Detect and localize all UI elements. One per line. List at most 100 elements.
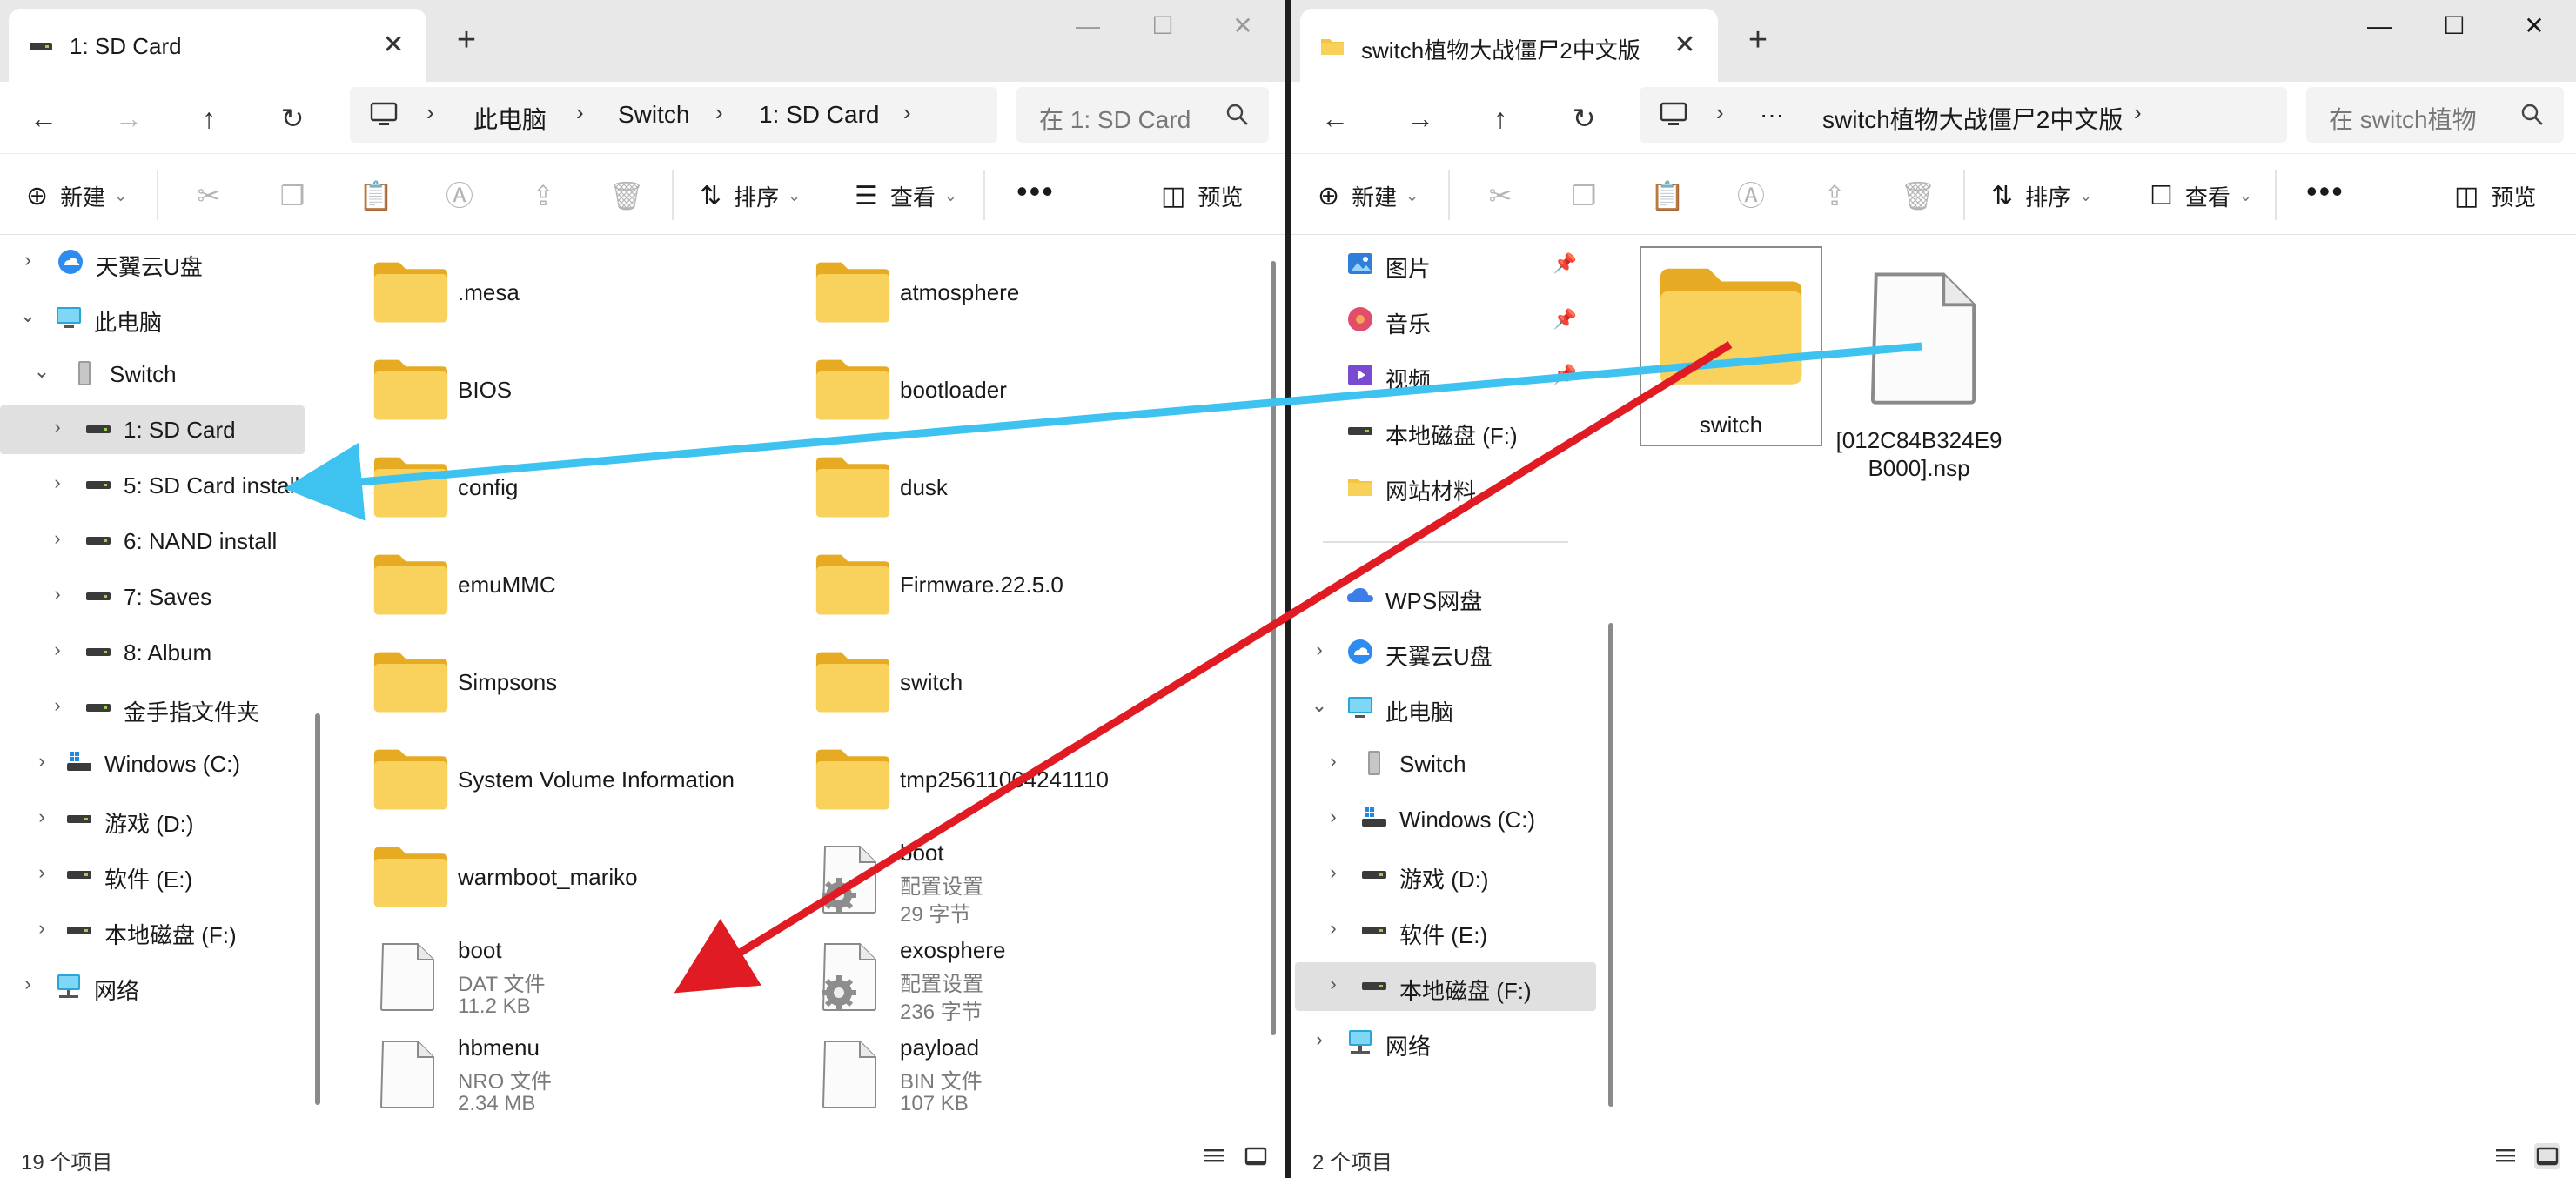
sort-button[interactable]: ⇅ 排序 ⌄ [700,177,801,215]
breadcrumb[interactable]: › ··· switch植物大战僵尸2中文版 › [1640,87,2287,143]
nav-item[interactable]: › 6: NAND install [0,517,305,566]
nav-item[interactable]: › 软件 (E:) [1291,907,1593,955]
nav-scrollbar[interactable] [315,713,320,1105]
nav-item[interactable]: › 网络 [0,962,305,1011]
chevron-right-icon[interactable]: › [1307,1028,1332,1051]
share-icon[interactable]: ⇪ [522,175,564,217]
tab-switch-pvz2[interactable]: switch植物大战僵尸2中文版 ✕ [1300,9,1718,82]
refresh-button[interactable]: ↻ [1561,96,1607,141]
paste-icon[interactable]: 📋 [1647,175,1688,217]
chevron-right-icon[interactable]: › [16,249,40,271]
chevron-down-icon[interactable]: ⌄ [1307,694,1332,717]
folder-item[interactable]: switch [815,645,1224,732]
file-item[interactable]: hbmenu NRO 文件 2.34 MB [372,1034,782,1121]
nav-item[interactable]: › 游戏 (D:) [1291,851,1593,900]
refresh-button[interactable]: ↻ [270,96,315,141]
nav-item[interactable]: › Windows (C:) [1291,795,1593,844]
up-button[interactable]: ↑ [186,96,231,141]
nav-item[interactable]: › Windows (C:) [0,740,305,788]
file-item[interactable]: boot 配置设置 29 字节 [815,840,1224,927]
breadcrumb-item[interactable]: Switch [618,101,689,129]
file-item[interactable]: boot DAT 文件 11.2 KB [372,937,782,1024]
nav-item[interactable]: 网站材料 [1291,463,1593,512]
chevron-right-icon[interactable]: › [45,416,70,438]
new-tab-button[interactable]: + [1737,21,1779,63]
chevron-right-icon[interactable]: › [30,917,54,940]
tiles-view-icon[interactable] [1243,1143,1269,1169]
chevron-right-icon[interactable]: › [30,750,54,773]
content-scrollbar[interactable] [1271,261,1276,1035]
chevron-right-icon[interactable]: › [45,639,70,661]
view-button[interactable]: ☰ 查看 ⌄ [855,177,957,215]
nav-item[interactable]: ⌄ Switch [0,350,305,398]
minimize-button[interactable]: — [2355,9,2404,44]
folder-item[interactable]: atmosphere [815,255,1224,342]
minimize-button[interactable]: — [1063,9,1112,44]
chevron-right-icon[interactable]: › [45,527,70,550]
folder-item[interactable]: dusk [815,450,1224,537]
close-window-button[interactable]: ✕ [1218,9,1267,44]
folder-item[interactable]: Firmware.22.5.0 [815,547,1224,634]
up-button[interactable]: ↑ [1478,96,1523,141]
view-button[interactable]: ☐ 查看 ⌄ [2150,177,2252,215]
folder-item[interactable]: warmboot_mariko [372,840,782,927]
nav-item[interactable]: › 网络 [1291,1018,1593,1067]
chevron-right-icon[interactable]: › [1307,639,1332,661]
delete-icon[interactable]: 🗑 [606,175,647,217]
folder-item[interactable]: switch [1640,246,1822,446]
nav-item[interactable]: › 本地磁盘 (F:) [1295,962,1596,1011]
nav-item[interactable]: › 7: Saves [0,572,305,621]
paste-icon[interactable]: 📋 [355,175,397,217]
forward-button[interactable]: → [1398,96,1443,141]
tab-sd-card[interactable]: 1: SD Card ✕ [9,9,426,82]
folder-item[interactable]: System Volume Information [372,742,782,829]
rename-icon[interactable]: Ⓐ [1730,175,1772,217]
more-options-icon[interactable]: ••• [2306,173,2345,210]
tiles-view-icon[interactable] [2534,1143,2560,1169]
copy-icon[interactable]: ❐ [272,175,313,217]
folder-item[interactable]: bootloader [815,352,1224,439]
new-button[interactable]: ⊕ 新建 ⌄ [1318,177,1419,215]
sort-button[interactable]: ⇅ 排序 ⌄ [1991,177,2092,215]
forward-button[interactable]: → [106,96,151,141]
nav-item[interactable]: › 天翼云U盘 [0,238,305,287]
chevron-down-icon[interactable]: ⌄ [30,360,54,383]
chevron-right-icon[interactable]: › [16,973,40,995]
nav-item[interactable]: › 金手指文件夹 [0,684,305,733]
folder-item[interactable]: Simpsons [372,645,782,732]
cut-icon[interactable]: ✂ [188,175,230,217]
new-tab-button[interactable]: + [446,21,487,63]
chevron-right-icon[interactable]: › [1321,861,1345,884]
back-button[interactable]: ← [1312,96,1358,141]
chevron-right-icon[interactable]: › [30,806,54,828]
details-view-icon[interactable] [2492,1143,2519,1169]
breadcrumb[interactable]: › 此电脑 › Switch › 1: SD Card › [350,87,997,143]
nav-item[interactable]: ⌄ 此电脑 [0,294,305,343]
nav-item[interactable]: › Switch [1291,740,1593,788]
nav-item[interactable]: 音乐 📌 [1291,296,1593,345]
nav-item[interactable]: ⌄ 此电脑 [1291,684,1593,733]
preview-button[interactable]: ◫ 预览 [2454,177,2536,215]
maximize-button[interactable]: ☐ [2430,9,2479,44]
nav-item[interactable]: 图片 📌 [1291,240,1593,289]
file-item[interactable]: [012C84B324E9 B000].nsp [1828,246,2010,481]
preview-button[interactable]: ◫ 预览 [1161,177,1243,215]
nav-item[interactable]: › 8: Album [0,628,305,677]
close-window-button[interactable]: ✕ [2510,9,2559,44]
nav-item[interactable]: › 软件 (E:) [0,851,305,900]
breadcrumb-overflow[interactable]: ··· [1760,101,1784,129]
nav-item[interactable]: 本地磁盘 (F:) [1291,407,1593,456]
nav-item[interactable]: › WPS网盘 [1291,572,1593,621]
file-item[interactable]: payload BIN 文件 107 KB [815,1034,1224,1121]
chevron-right-icon[interactable]: › [30,861,54,884]
breadcrumb-item[interactable]: switch植物大战僵尸2中文版 [1822,101,2123,136]
chevron-right-icon[interactable]: › [45,583,70,606]
search-box[interactable]: 在 switch植物 [2306,87,2564,143]
share-icon[interactable]: ⇪ [1814,175,1855,217]
search-box[interactable]: 在 1: SD Card [1016,87,1269,143]
delete-icon[interactable]: 🗑 [1897,175,1939,217]
nav-scrollbar[interactable] [1608,623,1613,1107]
folder-item[interactable]: emuMMC [372,547,782,634]
folder-item[interactable]: .mesa [372,255,782,342]
chevron-right-icon[interactable]: › [45,472,70,494]
